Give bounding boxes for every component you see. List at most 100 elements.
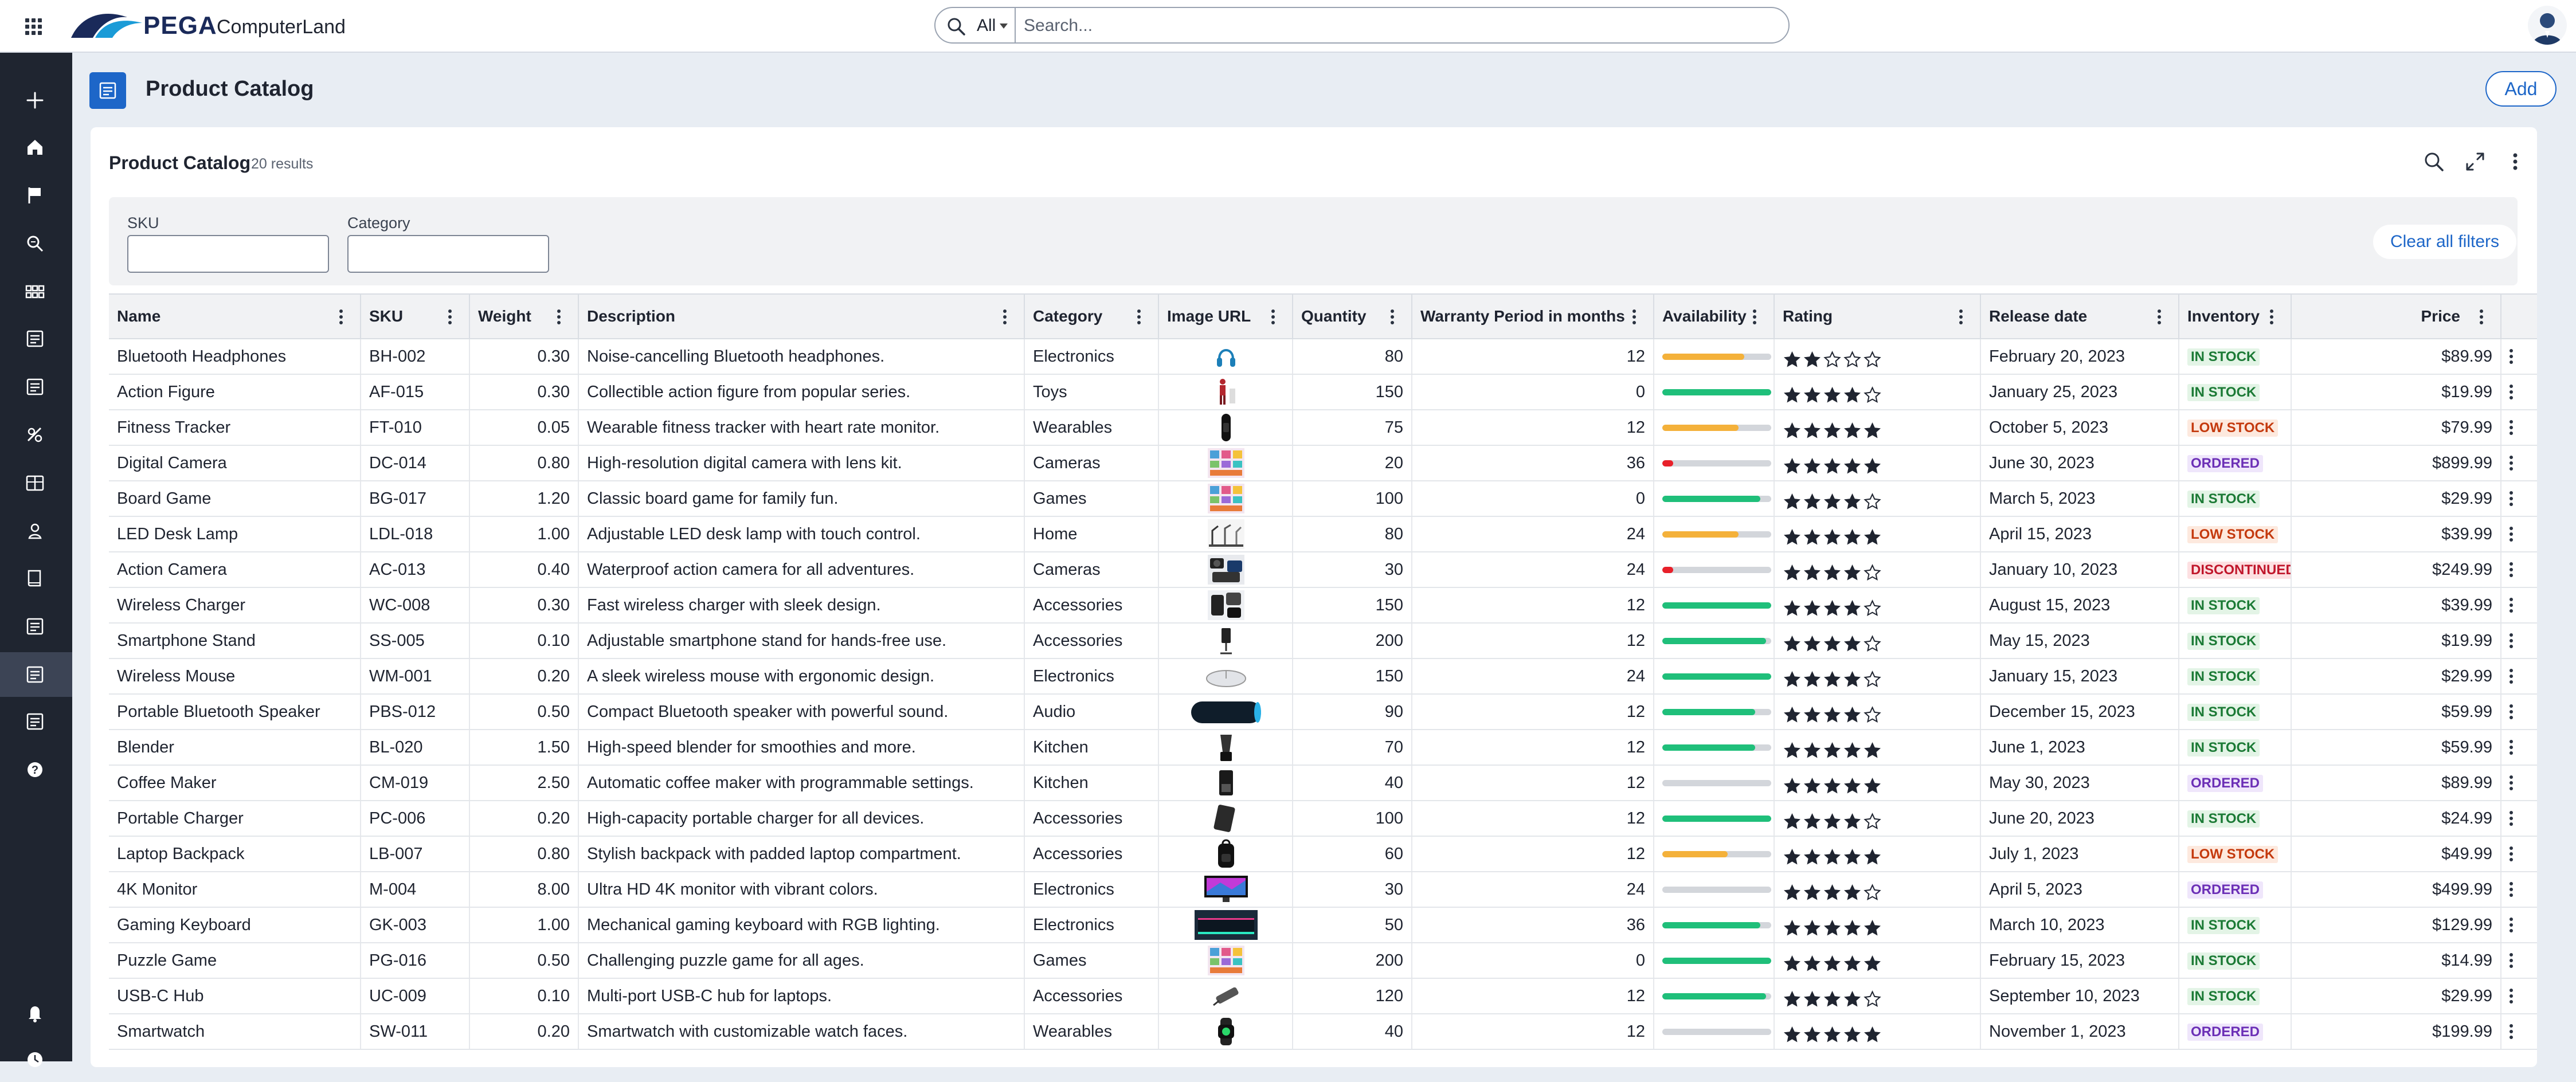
- column-header-rating[interactable]: Rating: [1775, 295, 1981, 338]
- row-actions-icon[interactable]: [2510, 989, 2513, 1003]
- row-actions-icon[interactable]: [2510, 669, 2513, 684]
- table-row[interactable]: Board Game BG-017 1.20 Classic board game f…: [109, 481, 2537, 517]
- table-row[interactable]: Action Figure AF-015 0.30 Collectible actio…: [109, 375, 2537, 410]
- table-row[interactable]: Wireless Mouse WM-001 0.20 A sleek wireless…: [109, 659, 2537, 695]
- nav-item-layout[interactable]: [0, 461, 72, 505]
- search-scope-select[interactable]: All: [977, 16, 996, 36]
- row-actions-icon[interactable]: [2510, 811, 2513, 826]
- table-row[interactable]: Digital Camera DC-014 0.80 High-resolution …: [109, 446, 2537, 481]
- column-header-category[interactable]: Category: [1025, 295, 1159, 338]
- category-filter-input[interactable]: [347, 235, 549, 273]
- table-row[interactable]: LED Desk Lamp LDL-018 1.00 Adjustable LED d…: [109, 517, 2537, 552]
- cell-category: Kitchen: [1025, 766, 1159, 800]
- table-row[interactable]: Gaming Keyboard GK-003 1.00 Mechanical gami…: [109, 908, 2537, 943]
- search-input[interactable]: [1023, 13, 1770, 39]
- nav-item-apps[interactable]: [0, 269, 72, 314]
- expand-icon[interactable]: [2464, 150, 2487, 173]
- table-row[interactable]: Blender BL-020 1.50 High-speed blender for …: [109, 730, 2537, 766]
- row-actions-icon[interactable]: [2510, 420, 2513, 435]
- nav-item-report[interactable]: [0, 316, 72, 361]
- row-actions-icon[interactable]: [2510, 598, 2513, 613]
- column-header-sku[interactable]: SKU: [361, 295, 470, 338]
- cell-weight: 0.05: [470, 410, 579, 445]
- table-row[interactable]: Portable Bluetooth Speaker PBS-012 0.50 Com…: [109, 695, 2537, 730]
- app-launcher-icon[interactable]: [25, 18, 42, 36]
- nav-item-bell[interactable]: [0, 990, 72, 1035]
- table-row[interactable]: 4K Monitor M-004 8.00 Ultra HD 4K monitor w…: [109, 872, 2537, 908]
- chevron-down-icon[interactable]: [1000, 23, 1008, 29]
- column-header-description[interactable]: Description: [579, 295, 1025, 338]
- column-menu-icon[interactable]: [1271, 309, 1275, 324]
- column-header-weight[interactable]: Weight: [470, 295, 579, 338]
- row-actions-icon[interactable]: [2510, 740, 2513, 755]
- row-actions-icon[interactable]: [2510, 918, 2513, 932]
- row-actions-icon[interactable]: [2510, 562, 2513, 577]
- nav-item-report[interactable]: [0, 604, 72, 649]
- column-menu-icon[interactable]: [1137, 309, 1141, 324]
- nav-item-campaign[interactable]: [0, 413, 72, 457]
- row-actions-icon[interactable]: [2510, 953, 2513, 968]
- column-menu-icon[interactable]: [1391, 309, 1394, 324]
- nav-item-search-detail[interactable]: [0, 221, 72, 266]
- row-actions-icon[interactable]: [2510, 775, 2513, 790]
- clear-all-filters-button[interactable]: Clear all filters: [2373, 225, 2516, 259]
- nav-item-report[interactable]: [0, 364, 72, 409]
- star-filled-icon: [1864, 778, 1881, 794]
- nav-item-product-catalog[interactable]: [0, 652, 72, 697]
- nav-item-report[interactable]: [0, 699, 72, 744]
- column-menu-icon[interactable]: [2158, 309, 2161, 324]
- row-actions-icon[interactable]: [2510, 456, 2513, 471]
- table-row[interactable]: Coffee Maker CM-019 2.50 Automatic coffee m…: [109, 766, 2537, 801]
- nav-item-tools[interactable]: [0, 509, 72, 554]
- row-actions-icon[interactable]: [2510, 527, 2513, 542]
- column-menu-icon[interactable]: [1959, 309, 1963, 324]
- column-header-quantity[interactable]: Quantity: [1293, 295, 1412, 338]
- table-row[interactable]: Laptop Backpack LB-007 0.80 Stylish backpac…: [109, 837, 2537, 872]
- table-row[interactable]: Bluetooth Headphones BH-002 0.30 Noise-canc…: [109, 339, 2537, 375]
- pega-logo[interactable]: [70, 9, 144, 41]
- column-header-release-date[interactable]: Release date: [1981, 295, 2179, 338]
- row-actions-icon[interactable]: [2510, 633, 2513, 648]
- column-header-image-url[interactable]: Image URL: [1159, 295, 1293, 338]
- column-header-warranty-period[interactable]: Warranty Period in months: [1412, 295, 1654, 338]
- column-header-name[interactable]: Name: [109, 295, 361, 338]
- row-actions-icon[interactable]: [2510, 704, 2513, 719]
- column-header-inventory-status[interactable]: Inventory Status: [2179, 295, 2292, 368]
- column-menu-icon[interactable]: [1753, 309, 1756, 324]
- nav-item-clock[interactable]: [0, 1037, 72, 1082]
- cell-release-date: April 5, 2023: [1981, 872, 2179, 907]
- avatar[interactable]: [2528, 6, 2567, 45]
- table-row[interactable]: Smartwatch SW-011 0.20 Smartwatch with cust…: [109, 1014, 2537, 1050]
- search-icon[interactable]: [2422, 150, 2445, 173]
- column-menu-icon[interactable]: [2480, 309, 2483, 324]
- column-menu-icon[interactable]: [339, 309, 343, 324]
- row-actions-icon[interactable]: [2510, 882, 2513, 897]
- add-button[interactable]: Add: [2485, 71, 2557, 107]
- table-row[interactable]: Fitness Tracker FT-010 0.05 Wearable fitnes…: [109, 410, 2537, 446]
- column-menu-icon[interactable]: [557, 309, 561, 324]
- row-actions-icon[interactable]: [2510, 349, 2513, 364]
- sku-filter-input[interactable]: [127, 235, 329, 273]
- nav-item-home[interactable]: [0, 125, 72, 170]
- nav-item-flag[interactable]: [0, 173, 72, 218]
- row-actions-icon[interactable]: [2510, 846, 2513, 861]
- nav-item-add[interactable]: [0, 78, 72, 123]
- column-menu-icon[interactable]: [1632, 309, 1636, 324]
- column-header-availability[interactable]: Availability: [1654, 295, 1775, 338]
- column-header-price[interactable]: Price: [2292, 295, 2501, 338]
- row-actions-icon[interactable]: [2510, 491, 2513, 506]
- column-menu-icon[interactable]: [1003, 309, 1007, 324]
- column-menu-icon[interactable]: [448, 309, 452, 324]
- row-actions-icon[interactable]: [2510, 1024, 2513, 1039]
- table-row[interactable]: USB-C Hub UC-009 0.10 Multi-port USB-C hub …: [109, 979, 2537, 1014]
- table-row[interactable]: Wireless Charger WC-008 0.30 Fast wireless …: [109, 588, 2537, 624]
- row-actions-icon[interactable]: [2510, 385, 2513, 399]
- table-row[interactable]: Portable Charger PC-006 0.20 High-capacity …: [109, 801, 2537, 837]
- column-menu-icon[interactable]: [2270, 309, 2273, 324]
- more-options-icon[interactable]: [2504, 150, 2527, 173]
- nav-item-help[interactable]: ?: [0, 747, 72, 792]
- table-row[interactable]: Puzzle Game PG-016 0.50 Challenging puzzle …: [109, 943, 2537, 979]
- table-row[interactable]: Action Camera AC-013 0.40 Waterproof action…: [109, 552, 2537, 588]
- table-row[interactable]: Smartphone Stand SS-005 0.10 Adjustable sma…: [109, 624, 2537, 659]
- nav-item-book[interactable]: [0, 556, 72, 601]
